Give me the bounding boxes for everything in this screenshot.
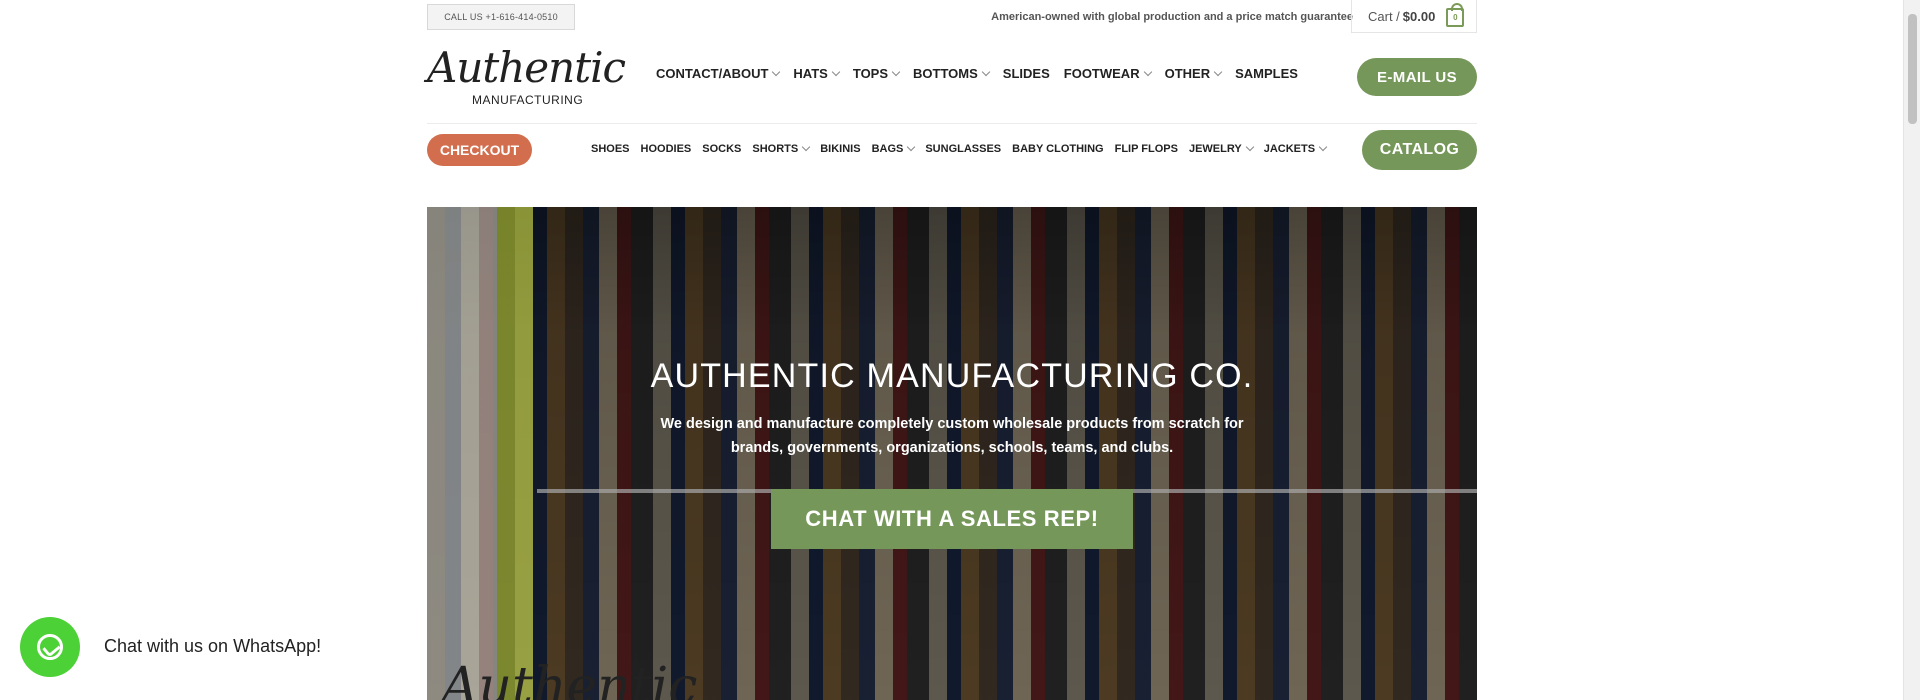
- nav-item-hats[interactable]: HATS: [793, 66, 841, 81]
- whatsapp-label[interactable]: Chat with us on WhatsApp!: [104, 636, 321, 657]
- whatsapp-icon: [37, 634, 63, 660]
- header-divider: [427, 123, 1477, 124]
- email-us-button[interactable]: E-MAIL US: [1357, 58, 1477, 96]
- chevron-down-icon: [1143, 67, 1152, 76]
- hero-side-panel: [427, 207, 533, 700]
- secondary-nav: SHOES HOODIES SOCKS SHORTS BIKINIS BAGS …: [591, 142, 1337, 155]
- scrollbar-thumb[interactable]: [1908, 14, 1917, 124]
- subnav-item-shoes[interactable]: SHOES: [591, 143, 630, 155]
- subnav-label: BAGS: [871, 143, 904, 155]
- nav-label: SLIDES: [1002, 66, 1050, 81]
- subnav-label: JACKETS: [1263, 143, 1316, 155]
- subnav-item-baby-clothing[interactable]: BABY CLOTHING: [1012, 143, 1103, 155]
- subnav-label: FLIP FLOPS: [1114, 143, 1178, 155]
- chevron-down-icon: [1213, 67, 1223, 76]
- site-logo[interactable]: Authentic MANUFACTURING: [427, 46, 627, 110]
- subnav-item-flip-flops[interactable]: FLIP FLOPS: [1115, 143, 1178, 155]
- call-us-link[interactable]: CALL US +1-616-414-0510: [427, 4, 575, 30]
- chevron-down-icon: [1245, 142, 1254, 152]
- main-nav: CONTACT/ABOUT HATS TOPS BOTTOMS SLIDES F…: [656, 66, 1312, 81]
- nav-label: TOPS: [852, 66, 889, 81]
- nav-item-tops[interactable]: TOPS: [852, 66, 901, 81]
- page: CALL US +1-616-414-0510 American-owned w…: [0, 0, 1920, 700]
- whatsapp-button[interactable]: [20, 617, 80, 677]
- chevron-down-icon: [907, 142, 916, 152]
- subnav-label: SOCKS: [702, 143, 742, 155]
- subnav-label: JEWELRY: [1188, 143, 1242, 155]
- hero-background-image: [427, 207, 1477, 337]
- nav-label: SAMPLES: [1235, 66, 1298, 81]
- nav-item-footwear[interactable]: FOOTWEAR: [1063, 66, 1152, 81]
- nav-label: HATS: [793, 66, 828, 81]
- cart-label: Cart /: [1368, 8, 1400, 24]
- subnav-item-jewelry[interactable]: JEWELRY: [1188, 142, 1254, 155]
- subnav-item-jackets[interactable]: JACKETS: [1263, 142, 1328, 155]
- subnav-label: SUNGLASSES: [925, 143, 1002, 155]
- chevron-down-icon: [801, 142, 811, 152]
- hero-description: We design and manufacture completely cus…: [652, 412, 1252, 460]
- hero-title: AUTHENTIC MANUFACTURING CO.: [650, 357, 1254, 395]
- nav-item-samples[interactable]: SAMPLES: [1235, 66, 1298, 81]
- nav-label: FOOTWEAR: [1063, 66, 1140, 81]
- subnav-item-socks[interactable]: SOCKS: [702, 143, 741, 155]
- subnav-label: BIKINIS: [820, 143, 861, 155]
- page-scrollbar[interactable]: [1903, 0, 1920, 700]
- hero-banner: AUTHENTIC MANUFACTURING CO. We design an…: [427, 207, 1477, 700]
- subnav-label: SHOES: [591, 143, 630, 155]
- subnav-label: HOODIES: [640, 143, 692, 155]
- shopping-bag-icon: 0: [1446, 2, 1465, 27]
- hero-description-line: brands, governments, organizations, scho…: [730, 440, 1174, 456]
- nav-item-slides[interactable]: SLIDES: [1003, 66, 1050, 81]
- subnav-item-bikinis[interactable]: BIKINIS: [820, 143, 860, 155]
- chevron-down-icon: [981, 67, 991, 76]
- cart-count: 0: [1453, 12, 1458, 22]
- hero-logo-script: Authentic: [441, 657, 698, 700]
- nav-item-other[interactable]: OTHER: [1164, 66, 1223, 81]
- catalog-button[interactable]: CATALOG: [1362, 130, 1477, 170]
- hero-description-line: We design and manufacture completely cus…: [660, 416, 1244, 432]
- nav-item-contact-about[interactable]: CONTACT/ABOUT: [656, 66, 781, 81]
- chevron-down-icon: [772, 67, 781, 76]
- subnav-item-bags[interactable]: BAGS: [871, 142, 916, 155]
- subnav-label: SHORTS: [752, 143, 799, 155]
- cart-button[interactable]: Cart / $0.00 0: [1351, 0, 1477, 33]
- chevron-down-icon: [1318, 142, 1328, 152]
- nav-label: OTHER: [1164, 66, 1211, 81]
- chevron-down-icon: [891, 67, 901, 76]
- cart-total: $0.00: [1402, 8, 1436, 24]
- checkout-button[interactable]: CHECKOUT: [427, 134, 532, 166]
- subnav-item-shorts[interactable]: SHORTS: [752, 142, 811, 155]
- nav-label: CONTACT/ABOUT: [656, 66, 769, 81]
- logo-subtitle: MANUFACTURING: [472, 93, 584, 107]
- subnav-item-hoodies[interactable]: HOODIES: [641, 143, 692, 155]
- subnav-label: BABY CLOTHING: [1012, 143, 1104, 155]
- tagline: American-owned with global production an…: [991, 11, 1353, 23]
- chat-sales-rep-button[interactable]: CHAT WITH A SALES REP!: [771, 489, 1133, 549]
- nav-item-bottoms[interactable]: BOTTOMS: [913, 66, 991, 81]
- subnav-item-sunglasses[interactable]: SUNGLASSES: [925, 143, 1001, 155]
- chevron-down-icon: [831, 67, 841, 76]
- nav-label: BOTTOMS: [913, 66, 978, 81]
- logo-script: Authentic: [427, 43, 626, 92]
